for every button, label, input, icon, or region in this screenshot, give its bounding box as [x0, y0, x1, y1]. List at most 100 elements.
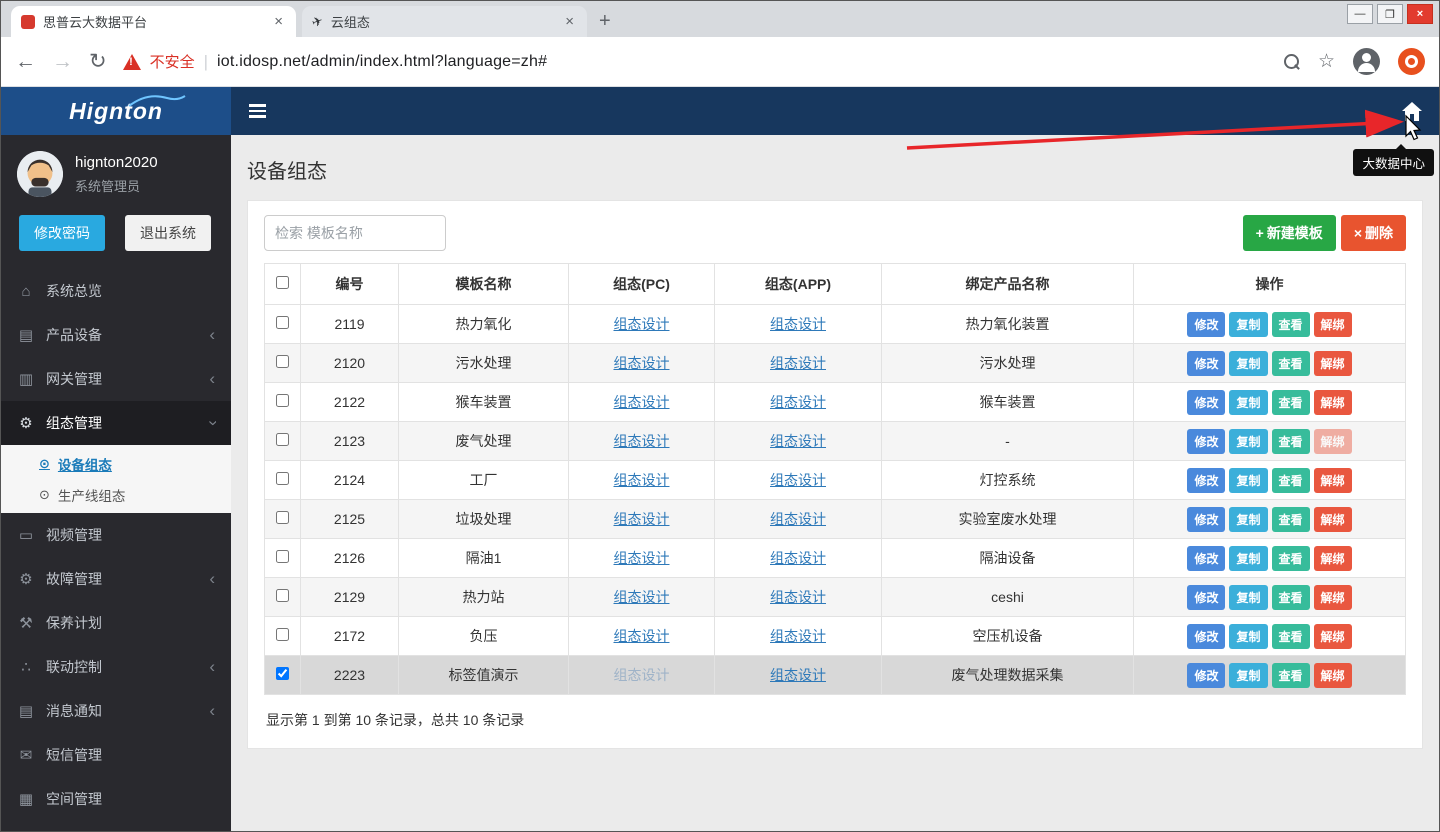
action-unbind-button[interactable]: 解绑 — [1314, 624, 1352, 649]
action-edit-button[interactable]: 修改 — [1187, 429, 1225, 454]
sidebar-item-config[interactable]: ⚙组态管理‹ — [1, 401, 231, 445]
pc-design-link[interactable]: 组态设计 — [614, 511, 670, 527]
select-all-checkbox[interactable] — [276, 276, 289, 289]
action-edit-button[interactable]: 修改 — [1187, 546, 1225, 571]
action-view-button[interactable]: 查看 — [1272, 663, 1310, 688]
action-edit-button[interactable]: 修改 — [1187, 663, 1225, 688]
row-checkbox[interactable] — [276, 433, 289, 446]
tab-close-icon[interactable]: × — [562, 13, 577, 30]
app-design-link[interactable]: 组态设计 — [770, 433, 826, 449]
action-unbind-button[interactable]: 解绑 — [1314, 390, 1352, 415]
pc-design-link[interactable]: 组态设计 — [614, 628, 670, 644]
action-edit-button[interactable]: 修改 — [1187, 585, 1225, 610]
action-view-button[interactable]: 查看 — [1272, 351, 1310, 376]
pc-design-link[interactable]: 组态设计 — [614, 394, 670, 410]
pc-design-link[interactable]: 组态设计 — [614, 355, 670, 371]
pc-design-link[interactable]: 组态设计 — [614, 667, 670, 683]
app-design-link[interactable]: 组态设计 — [770, 472, 826, 488]
change-password-button[interactable]: 修改密码 — [19, 215, 105, 251]
action-view-button[interactable]: 查看 — [1272, 546, 1310, 571]
sidebar-item-gateway[interactable]: ▥网关管理‹ — [1, 357, 231, 401]
action-view-button[interactable]: 查看 — [1272, 507, 1310, 532]
zoom-icon[interactable] — [1284, 54, 1300, 70]
row-checkbox[interactable] — [276, 472, 289, 485]
reload-icon[interactable]: ↻ — [89, 49, 107, 74]
app-design-link[interactable]: 组态设计 — [770, 511, 826, 527]
action-view-button[interactable]: 查看 — [1272, 312, 1310, 337]
tab-cloud-config[interactable]: ✈ 云组态 × — [302, 6, 587, 37]
browser-update-icon[interactable] — [1398, 48, 1425, 75]
sidebar-item-overview[interactable]: ⌂系统总览 — [1, 269, 231, 313]
sidebar-item-linkage[interactable]: ∴联动控制‹ — [1, 645, 231, 689]
sidebar-item-video[interactable]: ▭视频管理 — [1, 513, 231, 557]
row-checkbox[interactable] — [276, 316, 289, 329]
action-copy-button[interactable]: 复制 — [1229, 624, 1267, 649]
action-copy-button[interactable]: 复制 — [1229, 468, 1267, 493]
bookmark-star-icon[interactable]: ☆ — [1318, 50, 1335, 73]
action-copy-button[interactable]: 复制 — [1229, 351, 1267, 376]
action-edit-button[interactable]: 修改 — [1187, 312, 1225, 337]
close-button[interactable]: × — [1407, 4, 1433, 24]
sidebar-item-maintain[interactable]: ⚒保养计划 — [1, 601, 231, 645]
url-text[interactable]: iot.idosp.net/admin/index.html?language=… — [217, 53, 547, 71]
action-edit-button[interactable]: 修改 — [1187, 468, 1225, 493]
sidebar-item-product[interactable]: ▤产品设备‹ — [1, 313, 231, 357]
pc-design-link[interactable]: 组态设计 — [614, 472, 670, 488]
pc-design-link[interactable]: 组态设计 — [614, 433, 670, 449]
action-copy-button[interactable]: 复制 — [1229, 429, 1267, 454]
minimize-button[interactable]: — — [1347, 4, 1373, 24]
pc-design-link[interactable]: 组态设计 — [614, 589, 670, 605]
new-tab-button[interactable]: + — [599, 10, 611, 33]
row-checkbox[interactable] — [276, 394, 289, 407]
action-copy-button[interactable]: 复制 — [1229, 390, 1267, 415]
sidebar-subitem-line-config[interactable]: ⊙生产线组态 — [1, 479, 231, 510]
row-checkbox[interactable] — [276, 355, 289, 368]
action-unbind-button[interactable]: 解绑 — [1314, 585, 1352, 610]
delete-button[interactable]: ×删除 — [1341, 215, 1406, 251]
back-icon[interactable]: ← — [15, 50, 36, 74]
sidebar-item-sms[interactable]: ✉短信管理 — [1, 733, 231, 777]
action-edit-button[interactable]: 修改 — [1187, 390, 1225, 415]
action-copy-button[interactable]: 复制 — [1229, 663, 1267, 688]
url-field[interactable]: 不安全 | iot.idosp.net/admin/index.html?lan… — [123, 51, 1268, 72]
app-design-link[interactable]: 组态设计 — [770, 316, 826, 332]
new-template-button[interactable]: +新建模板 — [1243, 215, 1336, 251]
action-unbind-button[interactable]: 解绑 — [1314, 546, 1352, 571]
app-design-link[interactable]: 组态设计 — [770, 355, 826, 371]
app-design-link[interactable]: 组态设计 — [770, 628, 826, 644]
forward-icon[interactable]: → — [52, 50, 73, 74]
action-unbind-button[interactable]: 解绑 — [1314, 351, 1352, 376]
pc-design-link[interactable]: 组态设计 — [614, 316, 670, 332]
action-view-button[interactable]: 查看 — [1272, 585, 1310, 610]
sidebar-item-message[interactable]: ▤消息通知‹ — [1, 689, 231, 733]
home-icon[interactable] — [1393, 87, 1431, 135]
sidebar-subitem-device-config[interactable]: ⊙设备组态 — [1, 448, 231, 479]
hamburger-menu-icon[interactable] — [231, 87, 283, 135]
action-unbind-button[interactable]: 解绑 — [1314, 468, 1352, 493]
app-design-link[interactable]: 组态设计 — [770, 550, 826, 566]
action-unbind-button[interactable]: 解绑 — [1314, 663, 1352, 688]
row-checkbox[interactable] — [276, 589, 289, 602]
action-copy-button[interactable]: 复制 — [1229, 312, 1267, 337]
browser-profile-icon[interactable] — [1353, 48, 1380, 75]
row-checkbox[interactable] — [276, 550, 289, 563]
action-edit-button[interactable]: 修改 — [1187, 351, 1225, 376]
tab-dashboard[interactable]: 思普云大数据平台 × — [11, 6, 296, 37]
action-unbind-button[interactable]: 解绑 — [1314, 429, 1352, 454]
action-edit-button[interactable]: 修改 — [1187, 624, 1225, 649]
logout-button[interactable]: 退出系统 — [125, 215, 211, 251]
row-checkbox[interactable] — [276, 628, 289, 641]
action-view-button[interactable]: 查看 — [1272, 390, 1310, 415]
search-input[interactable] — [264, 215, 446, 251]
user-avatar[interactable] — [17, 151, 63, 197]
action-view-button[interactable]: 查看 — [1272, 624, 1310, 649]
app-design-link[interactable]: 组态设计 — [770, 667, 826, 683]
restore-button[interactable]: ❐ — [1377, 4, 1403, 24]
app-design-link[interactable]: 组态设计 — [770, 589, 826, 605]
action-copy-button[interactable]: 复制 — [1229, 546, 1267, 571]
app-design-link[interactable]: 组态设计 — [770, 394, 826, 410]
action-unbind-button[interactable]: 解绑 — [1314, 312, 1352, 337]
action-unbind-button[interactable]: 解绑 — [1314, 507, 1352, 532]
row-checkbox[interactable] — [276, 511, 289, 524]
tab-close-icon[interactable]: × — [271, 13, 286, 30]
